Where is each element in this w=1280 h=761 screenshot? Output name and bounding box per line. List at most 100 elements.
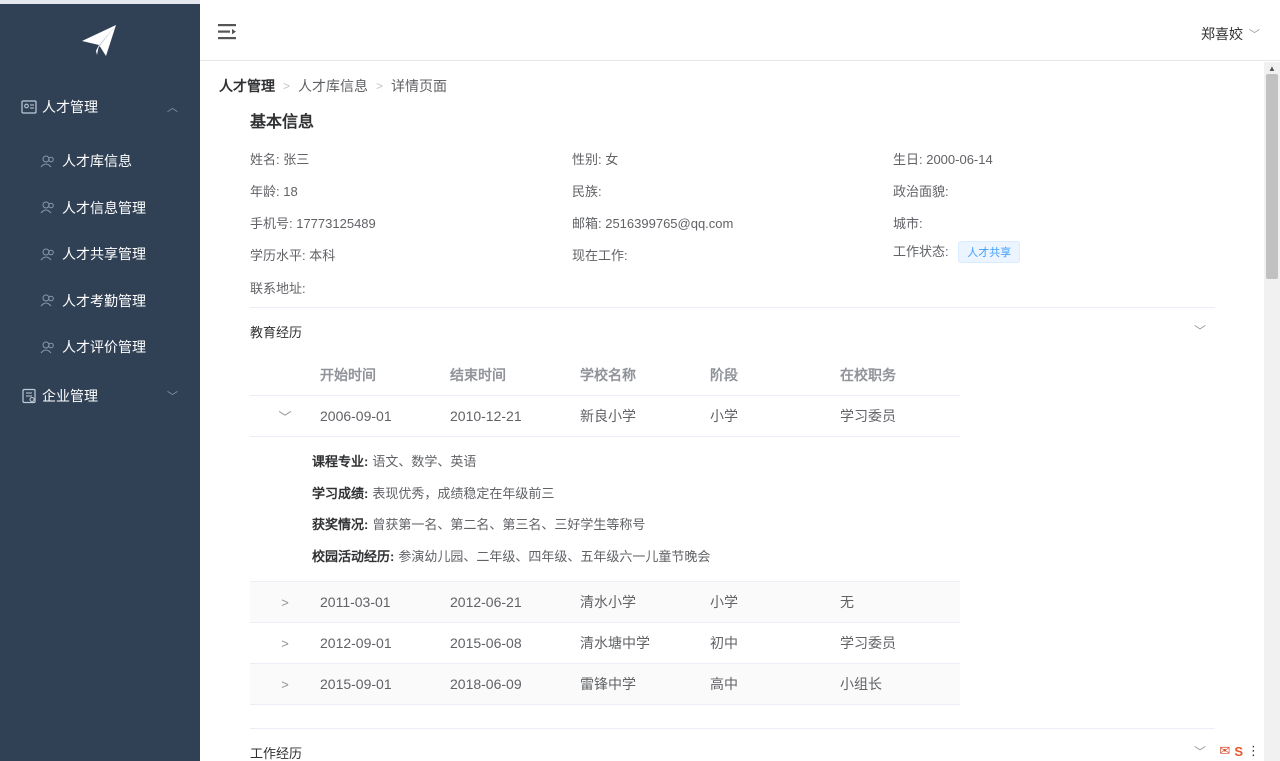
cell-end: 2012-06-21	[450, 594, 522, 610]
users-icon	[40, 201, 58, 215]
chevron-down-icon[interactable]: ﹀	[1194, 743, 1206, 760]
chevron-down-icon[interactable]: ﹀	[250, 407, 320, 426]
column-header: 开始时间	[320, 366, 376, 383]
scrollbar-thumb[interactable]	[1266, 74, 1278, 279]
s-logo-icon[interactable]: S	[1234, 744, 1243, 759]
sidebar-item-talent-share[interactable]: 人才共享管理	[0, 231, 200, 278]
pdf-icon[interactable]: ✉	[1219, 743, 1230, 759]
cell-end: 2018-06-09	[450, 676, 522, 692]
column-header: 在校职务	[840, 366, 896, 383]
table-header: 开始时间 结束时间 学校名称 阶段 在校职务	[250, 354, 960, 396]
column-header: 阶段	[710, 366, 738, 383]
column-header: 结束时间	[450, 366, 506, 383]
menu-title-label: 人才管理	[42, 99, 98, 115]
id-card-icon	[20, 98, 38, 116]
menu-group-enterprise: 企业管理 ﹀	[0, 371, 200, 421]
info-education: 学历水平: 本科	[250, 248, 336, 263]
sidebar-item-label: 人才库信息	[62, 153, 132, 170]
detail-label: 获奖情况:	[312, 517, 369, 533]
table-row[interactable]: > 2012-09-01 2015-06-08 清水塘中学 初中 学习委员	[250, 623, 960, 664]
detail-label: 校园活动经历:	[312, 548, 395, 564]
info-gender: 性别: 女	[572, 152, 619, 167]
status-badge: 人才共享	[958, 241, 1021, 263]
table-row[interactable]: ﹀ 2006-09-01 2010-12-21 新良小学 小学 学习委员	[250, 396, 960, 437]
detail-grade: 学习成绩: 表现优秀，成绩稳定在年级前三	[312, 477, 960, 509]
detail-label: 课程专业:	[312, 454, 369, 470]
sidebar-item-talent-info[interactable]: 人才信息管理	[0, 185, 200, 232]
collapse-header-education[interactable]: 教育经历	[250, 322, 302, 341]
divider	[250, 728, 1215, 729]
paper-plane-icon	[82, 25, 116, 56]
scroll-up-arrow-icon[interactable]: ▲	[1268, 64, 1276, 73]
cell-role: 学习委员	[840, 408, 896, 424]
info-city: 城市:	[893, 216, 923, 231]
menu-group-talent: 人才管理 ︿ 人才库信息 人才信息管理 人才共享管理 人才考勤管理 人才评价管理	[0, 76, 200, 371]
work-status-label: 工作状态:	[893, 244, 949, 259]
chevron-right-icon: >	[283, 79, 291, 93]
row-expand-panel: 课程专业: 语文、数学、英语 学习成绩: 表现优秀，成绩稳定在年级前三 获奖情况…	[250, 437, 960, 582]
corner-tray: ✉ S ⋮	[1219, 743, 1260, 759]
hamburger-icon[interactable]	[218, 22, 238, 42]
cell-start: 2011-03-01	[320, 594, 391, 610]
cell-start: 2015-09-01	[320, 676, 392, 692]
info-birthday: 生日: 2000-06-14	[893, 152, 993, 167]
collapse-header-work[interactable]: 工作经历	[250, 743, 302, 761]
sidebar-item-label: 人才共享管理	[62, 246, 146, 263]
breadcrumb-item-talent[interactable]: 人才管理	[219, 76, 275, 96]
chevron-down-icon: ﹀	[167, 390, 178, 403]
chevron-right-icon: >	[376, 79, 384, 93]
chevron-up-icon: ︿	[167, 102, 178, 114]
scrollbar[interactable]: ▲	[1264, 62, 1280, 761]
column-header: 学校名称	[580, 366, 636, 383]
chevron-down-icon: ﹀	[1249, 29, 1260, 41]
user-name: 郑喜姣	[1201, 26, 1243, 42]
detail-value: 曾获第一名、第二名、第三名、三好学生等称号	[372, 517, 646, 533]
chevron-right-icon[interactable]: >	[250, 636, 320, 651]
table-row[interactable]: > 2015-09-01 2018-06-09 雷锋中学 高中 小组长	[250, 664, 960, 705]
education-table: 开始时间 结束时间 学校名称 阶段 在校职务 ﹀ 2006-09-01 2010…	[250, 354, 960, 705]
menu-title-enterprise[interactable]: 企业管理 ﹀	[0, 371, 200, 421]
cell-school: 清水小学	[580, 594, 636, 610]
chevron-right-icon[interactable]: >	[250, 595, 320, 610]
detail-value: 参演幼儿园、二年级、四年级、五年级六一儿童节晚会	[398, 548, 711, 564]
user-menu[interactable]: 郑喜姣 ﹀	[1201, 24, 1260, 44]
info-email: 邮箱: 2516399765@qq.com	[572, 216, 734, 231]
detail-value: 语文、数学、英语	[372, 454, 477, 470]
more-vertical-icon[interactable]: ⋮	[1247, 743, 1260, 759]
breadcrumb: 人才管理 > 人才库信息 > 详情页面	[219, 76, 447, 96]
cell-stage: 小学	[710, 408, 738, 424]
sidebar-item-talent-library[interactable]: 人才库信息	[0, 138, 200, 185]
info-address: 联系地址:	[250, 281, 306, 296]
sidebar-item-label: 人才评价管理	[62, 339, 146, 356]
chevron-right-icon[interactable]: >	[250, 677, 320, 692]
chevron-down-icon[interactable]: ﹀	[1194, 322, 1206, 339]
sidebar: 人才管理 ︿ 人才库信息 人才信息管理 人才共享管理 人才考勤管理 人才评价管理	[0, 0, 200, 761]
sidebar-item-label: 人才信息管理	[62, 199, 146, 216]
breadcrumb-item-library[interactable]: 人才库信息	[298, 76, 368, 96]
info-age: 年龄: 18	[250, 184, 298, 199]
section-title-basic: 基本信息	[250, 114, 315, 131]
detail-award: 获奖情况: 曾获第一名、第二名、第三名、三好学生等称号	[312, 508, 960, 540]
menu-title-label: 企业管理	[42, 387, 98, 404]
cell-end: 2010-12-21	[450, 408, 522, 424]
table-row[interactable]: > 2011-03-01 2012-06-21 清水小学 小学 无	[250, 582, 960, 623]
sidebar-item-talent-evaluation[interactable]: 人才评价管理	[0, 324, 200, 371]
menu-title-talent[interactable]: 人才管理 ︿	[0, 76, 200, 138]
cell-school: 清水塘中学	[580, 635, 650, 651]
document-icon	[20, 387, 38, 405]
users-icon	[40, 294, 58, 308]
cell-school: 雷锋中学	[580, 676, 636, 692]
cell-end: 2015-06-08	[450, 635, 522, 651]
cell-start: 2012-09-01	[320, 635, 392, 651]
users-icon	[40, 247, 58, 261]
cell-role: 小组长	[840, 676, 882, 692]
info-current-job: 现在工作:	[572, 248, 628, 263]
detail-value: 表现优秀，成绩稳定在年级前三	[372, 485, 555, 501]
info-name: 姓名: 张三	[250, 152, 310, 167]
sidebar-item-talent-attendance[interactable]: 人才考勤管理	[0, 278, 200, 325]
cell-stage: 初中	[710, 635, 738, 651]
info-phone: 手机号: 17773125489	[250, 216, 376, 231]
cell-stage: 小学	[710, 594, 738, 610]
logo[interactable]	[0, 4, 200, 76]
detail-activity: 校园活动经历: 参演幼儿园、二年级、四年级、五年级六一儿童节晚会	[312, 540, 960, 572]
